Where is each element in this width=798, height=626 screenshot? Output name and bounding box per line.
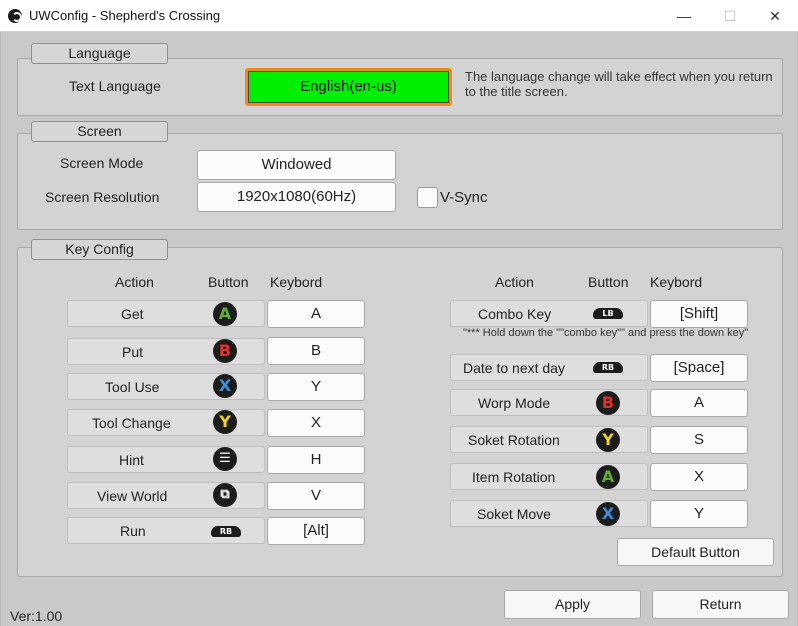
language-selected-value: English(en-us): [248, 71, 449, 103]
screen-section-title: Screen: [31, 121, 168, 142]
x-button-icon: X: [213, 374, 237, 398]
right-keyboard-header: Keybord: [650, 274, 703, 290]
key-soket-move-field[interactable]: Y: [650, 500, 748, 528]
minimize-button[interactable]: —: [661, 0, 707, 32]
vsync-checkbox[interactable]: [417, 187, 438, 208]
lb-bumper-icon: LB: [593, 308, 623, 319]
action-label: Date to next day: [463, 360, 565, 376]
action-label: Item Rotation: [472, 469, 556, 485]
language-selector[interactable]: English(en-us): [245, 68, 452, 106]
left-keyboard-header: Keybord: [270, 274, 323, 290]
combo-key-hint: "*** Hold down the ""combo key"" and pre…: [463, 327, 749, 339]
action-label: Hint: [119, 452, 144, 468]
window-title: UWConfig - Shepherd's Crossing: [29, 8, 221, 23]
menu-button-icon: ☰: [213, 447, 237, 471]
right-action-header: Action: [495, 274, 534, 290]
action-label: Worp Mode: [478, 395, 551, 411]
b-button-icon: B: [596, 391, 620, 415]
action-label: Run: [120, 523, 146, 539]
left-button-header: Button: [208, 274, 249, 290]
key-hint-field[interactable]: H: [267, 446, 365, 474]
apply-button[interactable]: Apply: [504, 590, 641, 619]
rb-bumper-icon: RB: [211, 526, 241, 537]
screen-resolution-dropdown[interactable]: 1920x1080(60Hz): [197, 182, 396, 212]
action-label: Put: [122, 344, 144, 360]
version-label: Ver:1.00: [10, 608, 63, 624]
b-button-icon: B: [213, 339, 237, 363]
key-config-section-title: Key Config: [31, 239, 168, 260]
view-button-icon: ⧉: [213, 483, 237, 507]
title-bar: UWConfig - Shepherd's Crossing — ☐ ✕: [0, 0, 798, 32]
screen-mode-dropdown[interactable]: Windowed: [197, 150, 396, 180]
screen-resolution-label: Screen Resolution: [45, 189, 160, 205]
right-button-header: Button: [588, 274, 629, 290]
action-label: Soket Move: [477, 506, 551, 522]
action-label: Get: [121, 306, 144, 322]
key-tool-change-field[interactable]: X: [267, 409, 365, 437]
default-button[interactable]: Default Button: [617, 538, 774, 566]
key-combo-field[interactable]: [Shift]: [650, 300, 748, 328]
screen-mode-label: Screen Mode: [60, 155, 144, 171]
screen-panel: [17, 133, 783, 230]
key-view-world-field[interactable]: V: [267, 482, 365, 510]
action-label: View World: [97, 488, 168, 504]
left-action-header: Action: [115, 274, 154, 290]
action-label: Combo Key: [478, 306, 552, 322]
app-icon: [8, 9, 22, 23]
client-area: Language Text Language English(en-us) Th…: [0, 32, 798, 626]
language-note: The language change will take effect whe…: [465, 69, 773, 99]
key-next-day-field[interactable]: [Space]: [650, 354, 748, 382]
return-button[interactable]: Return: [652, 590, 789, 619]
key-run-field[interactable]: [Alt]: [267, 517, 365, 545]
key-soket-rotation-field[interactable]: S: [650, 426, 748, 454]
action-label: Soket Rotation: [468, 432, 560, 448]
key-item-rotation-field[interactable]: X: [650, 463, 748, 491]
key-worp-mode-field[interactable]: A: [650, 389, 748, 417]
rb-bumper-icon: RB: [593, 362, 623, 373]
y-button-icon: Y: [596, 428, 620, 452]
a-button-icon: A: [596, 465, 620, 489]
x-button-icon: X: [596, 502, 620, 526]
vsync-label: V-Sync: [440, 189, 488, 206]
key-get-field[interactable]: A: [267, 300, 365, 328]
text-language-label: Text Language: [69, 78, 161, 94]
action-label: Tool Use: [105, 379, 160, 395]
close-button[interactable]: ✕: [752, 0, 798, 32]
maximize-button[interactable]: ☐: [707, 0, 753, 32]
key-put-field[interactable]: B: [267, 337, 365, 365]
language-section-title: Language: [31, 43, 168, 64]
a-button-icon: A: [213, 302, 237, 326]
y-button-icon: Y: [213, 410, 237, 434]
action-label: Tool Change: [92, 415, 171, 431]
key-tool-use-field[interactable]: Y: [267, 373, 365, 401]
